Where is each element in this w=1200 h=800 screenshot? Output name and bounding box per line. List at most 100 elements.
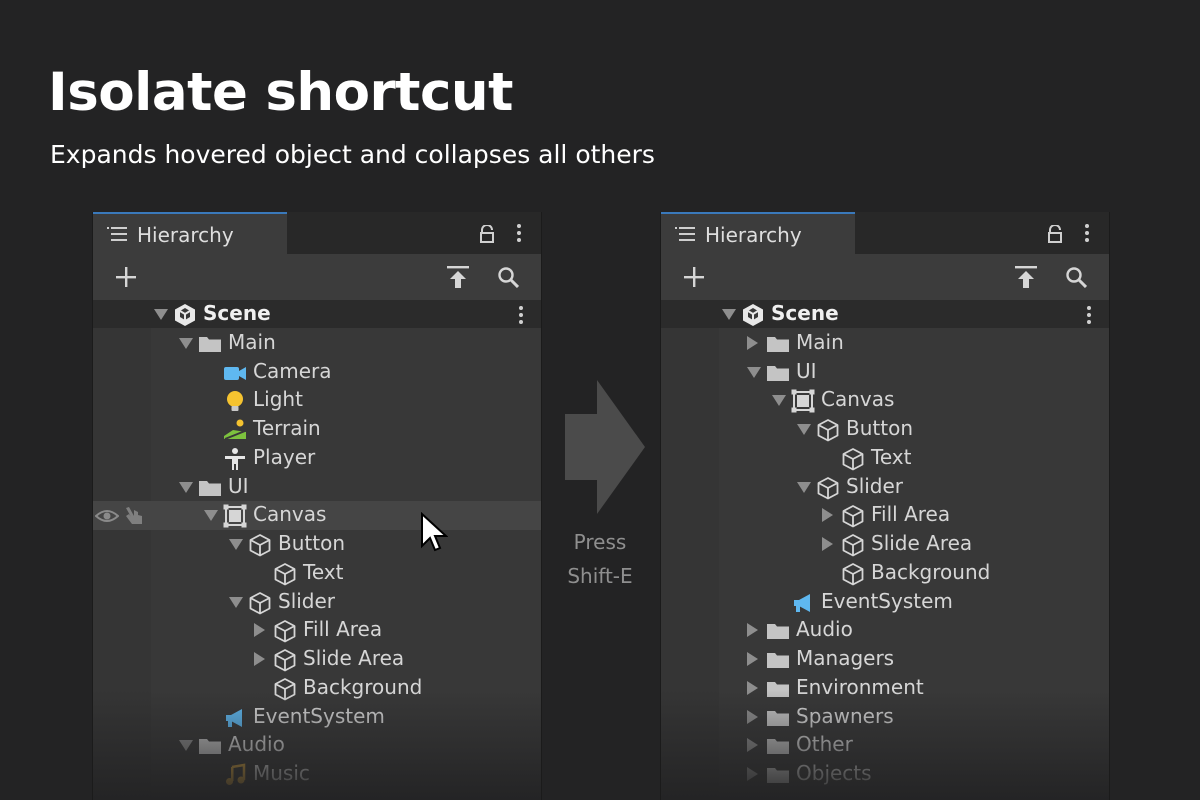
- cube-icon: [249, 534, 271, 557]
- cube-icon: [274, 677, 296, 701]
- tree-row[interactable]: EventSystem: [93, 703, 541, 732]
- collapsed-arrow-icon[interactable]: [747, 680, 758, 695]
- light-bulb-icon: [227, 391, 243, 412]
- collapsed-arrow-icon[interactable]: [747, 738, 758, 753]
- tree-item-label: Fill Area: [303, 617, 383, 642]
- more-options-icon[interactable]: [1085, 224, 1089, 242]
- tree-item-label: Terrain: [253, 416, 321, 440]
- collapsed-arrow-icon[interactable]: [747, 767, 758, 781]
- tree-row[interactable]: Button: [93, 530, 541, 559]
- tree-row[interactable]: Slider: [661, 473, 1109, 502]
- expanded-arrow-icon[interactable]: [229, 596, 243, 608]
- tab-hierarchy[interactable]: Hierarchy: [93, 212, 287, 254]
- folder-icon: [767, 653, 789, 668]
- search-icon[interactable]: [1065, 266, 1087, 288]
- tree-row[interactable]: Canvas: [661, 386, 1109, 415]
- tree-row[interactable]: UI: [93, 473, 541, 502]
- tree-item-label: Fill Area: [871, 502, 951, 527]
- expanded-arrow-icon[interactable]: [772, 395, 786, 407]
- cube-icon: [249, 591, 271, 614]
- collapsed-arrow-icon[interactable]: [747, 709, 758, 724]
- tree-item-label: Light: [253, 387, 303, 412]
- tree-row[interactable]: Text: [661, 444, 1109, 473]
- tree-row[interactable]: Audio: [661, 616, 1109, 645]
- tree-item-label: Slider: [278, 588, 336, 613]
- tab-hierarchy[interactable]: Hierarchy: [661, 212, 855, 254]
- tree-row[interactable]: Player: [93, 444, 541, 473]
- collapsed-arrow-icon[interactable]: [747, 652, 758, 666]
- collapsed-arrow-icon[interactable]: [747, 623, 758, 638]
- collapsed-arrow-icon[interactable]: [822, 537, 833, 551]
- collapsed-arrow-icon[interactable]: [254, 652, 265, 666]
- tree-row[interactable]: Slide Area: [93, 645, 541, 674]
- tree-row[interactable]: Text: [93, 559, 541, 588]
- visibility-eye-icon[interactable]: [95, 504, 119, 528]
- add-icon[interactable]: [115, 266, 137, 288]
- megaphone-icon: [226, 708, 242, 727]
- tree-row[interactable]: Scene: [93, 300, 541, 329]
- tree-item-label: Audio: [796, 617, 853, 642]
- collapsed-arrow-icon[interactable]: [254, 623, 265, 638]
- expanded-arrow-icon[interactable]: [154, 309, 168, 320]
- tree-row[interactable]: Main: [93, 329, 541, 358]
- mouse-cursor-icon: [421, 512, 448, 552]
- expanded-arrow-icon[interactable]: [204, 510, 218, 522]
- tree-row[interactable]: Spawners: [661, 703, 1109, 732]
- collapse-all-icon[interactable]: [447, 265, 469, 289]
- tree-row[interactable]: Scene: [661, 300, 1109, 329]
- tree-item-label: Scene: [203, 301, 271, 325]
- tree-row[interactable]: UI: [661, 358, 1109, 387]
- expanded-arrow-icon[interactable]: [747, 366, 761, 378]
- cube-icon: [842, 534, 864, 557]
- tree-row[interactable]: Other: [661, 731, 1109, 760]
- cube-icon: [817, 476, 839, 499]
- tree-row[interactable]: Slider: [93, 588, 541, 617]
- lock-icon[interactable]: [478, 225, 496, 243]
- tree-row[interactable]: Music: [93, 760, 541, 789]
- canvas-icon: [223, 504, 247, 528]
- tree-row[interactable]: Objects: [661, 760, 1109, 789]
- tree-row[interactable]: Terrain: [93, 415, 541, 444]
- terrain-icon: [224, 419, 246, 440]
- add-icon[interactable]: [683, 266, 705, 288]
- tree-item-label: Slide Area: [871, 531, 973, 555]
- expanded-arrow-icon[interactable]: [179, 740, 193, 752]
- tree-row[interactable]: Camera: [93, 358, 541, 387]
- collapse-all-icon[interactable]: [1015, 265, 1037, 289]
- tree-row[interactable]: Background: [661, 559, 1109, 588]
- expanded-arrow-icon[interactable]: [229, 539, 243, 550]
- tree-item-label: Objects: [796, 761, 872, 785]
- expanded-arrow-icon[interactable]: [179, 337, 193, 349]
- expanded-arrow-icon[interactable]: [179, 481, 193, 493]
- lock-icon[interactable]: [1046, 225, 1064, 243]
- expanded-arrow-icon[interactable]: [797, 481, 811, 493]
- headline: Isolate shortcut: [48, 62, 514, 123]
- hierarchy-panel-before: Hierarchy Scene Main Camera Light Terrain Pla…: [92, 212, 542, 800]
- tree-row[interactable]: Audio: [93, 731, 541, 760]
- tree-row[interactable]: Managers: [661, 645, 1109, 674]
- tree-row[interactable]: Button: [661, 415, 1109, 444]
- tree-row[interactable]: Canvas: [93, 501, 541, 531]
- tree-row[interactable]: Background: [93, 674, 541, 703]
- collapsed-arrow-icon[interactable]: [747, 335, 758, 350]
- tree-row[interactable]: EventSystem: [661, 588, 1109, 617]
- tree-row[interactable]: Slide Area: [661, 530, 1109, 559]
- pickable-hand-icon[interactable]: [123, 504, 147, 528]
- tree-row[interactable]: Fill Area: [661, 501, 1109, 530]
- tree-row[interactable]: Main: [661, 329, 1109, 358]
- expanded-arrow-icon[interactable]: [722, 309, 736, 320]
- tree-item-label: Button: [278, 531, 345, 555]
- cube-icon: [842, 447, 864, 471]
- tree-item-label: Audio: [228, 732, 285, 757]
- unity-logo-icon: [175, 304, 195, 326]
- search-icon[interactable]: [497, 266, 519, 288]
- tree-item-label: EventSystem: [253, 703, 385, 728]
- tree-row[interactable]: Environment: [661, 674, 1109, 703]
- tree-row[interactable]: Light: [93, 386, 541, 415]
- cube-icon: [817, 419, 839, 442]
- tree-item-label: UI: [228, 473, 249, 498]
- collapsed-arrow-icon[interactable]: [822, 508, 833, 523]
- tree-row[interactable]: Fill Area: [93, 616, 541, 645]
- expanded-arrow-icon[interactable]: [797, 424, 811, 435]
- more-options-icon[interactable]: [517, 224, 521, 242]
